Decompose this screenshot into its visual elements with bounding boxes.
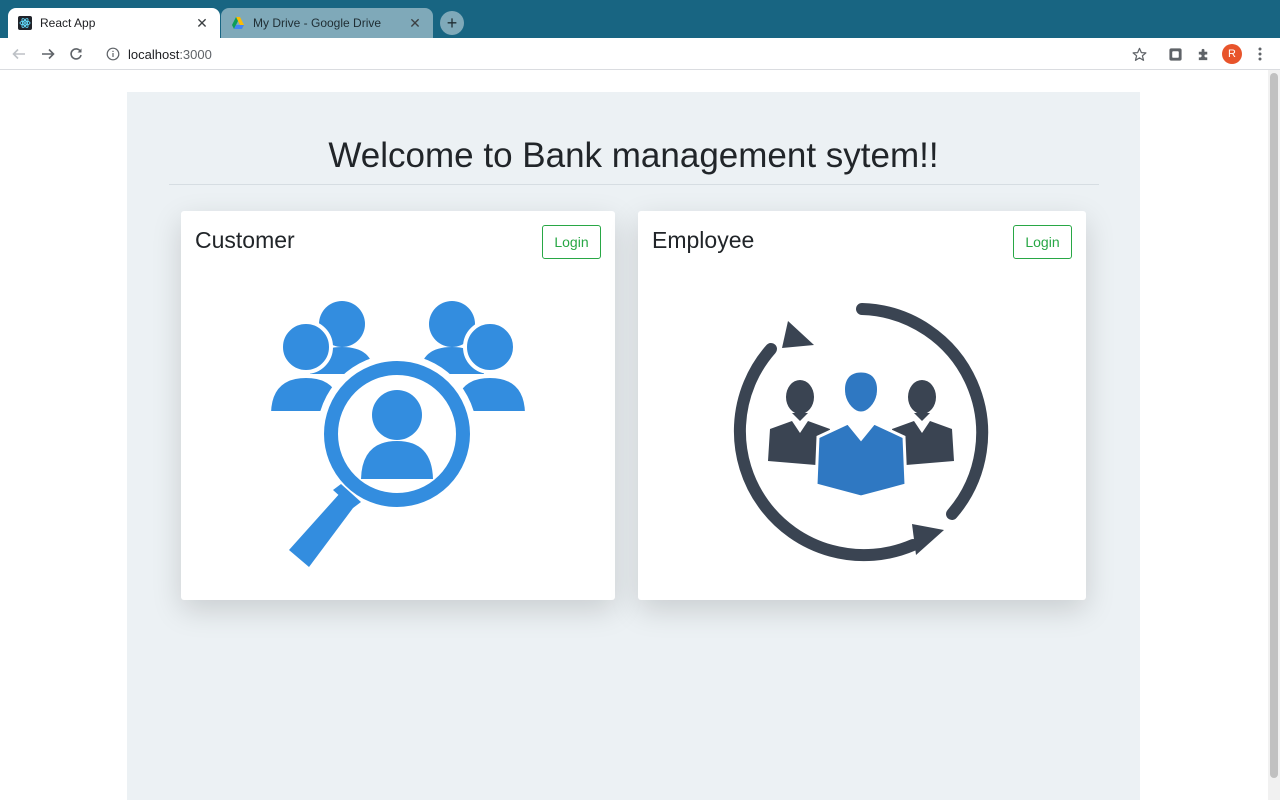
forward-arrow-icon[interactable] xyxy=(37,44,59,64)
react-icon xyxy=(18,16,32,30)
tab-title: My Drive - Google Drive xyxy=(253,16,382,30)
profile-avatar[interactable]: R xyxy=(1222,44,1242,64)
reload-icon[interactable] xyxy=(65,44,87,64)
browser-tab-strip: React App ✕ My Drive - Google Drive ✕ + xyxy=(0,0,1280,38)
employee-card: Employee Login xyxy=(638,211,1086,600)
customer-card-title: Customer xyxy=(195,227,295,253)
page-viewport: Welcome to Bank management sytem!! Custo… xyxy=(0,70,1268,800)
browser-toolbar: localhost:3000 R xyxy=(0,38,1280,70)
tab-title: React App xyxy=(40,16,96,30)
address-host: localhost xyxy=(128,46,180,62)
bookmark-star-icon[interactable] xyxy=(1129,44,1149,64)
customer-card: Customer Login xyxy=(181,211,615,600)
close-tab-icon[interactable]: ✕ xyxy=(194,15,210,31)
extension-square-icon[interactable] xyxy=(1165,44,1185,64)
employee-team-cycle-icon xyxy=(733,303,989,562)
back-arrow-icon[interactable] xyxy=(8,44,30,64)
tab-google-drive[interactable]: My Drive - Google Drive ✕ xyxy=(221,8,433,38)
customer-login-button[interactable]: Login xyxy=(542,225,601,259)
scrollbar-thumb[interactable] xyxy=(1270,73,1278,778)
address-bar[interactable]: localhost:3000 xyxy=(96,41,1156,67)
employee-login-button[interactable]: Login xyxy=(1013,225,1072,259)
close-tab-icon[interactable]: ✕ xyxy=(407,15,423,31)
menu-kebab-icon[interactable] xyxy=(1250,44,1270,64)
jumbotron: Welcome to Bank management sytem!! Custo… xyxy=(127,92,1140,800)
employee-card-title: Employee xyxy=(652,227,755,253)
info-icon[interactable] xyxy=(106,47,120,61)
title-divider xyxy=(169,184,1099,185)
tab-react-app[interactable]: React App ✕ xyxy=(8,8,220,38)
vertical-scrollbar[interactable] xyxy=(1268,70,1280,800)
extensions-puzzle-icon[interactable] xyxy=(1193,44,1213,64)
page-title: Welcome to Bank management sytem!! xyxy=(328,136,939,175)
google-drive-icon xyxy=(231,16,245,30)
address-port: :3000 xyxy=(179,46,212,62)
new-tab-button[interactable]: + xyxy=(440,11,464,35)
customer-search-icon xyxy=(269,301,527,567)
